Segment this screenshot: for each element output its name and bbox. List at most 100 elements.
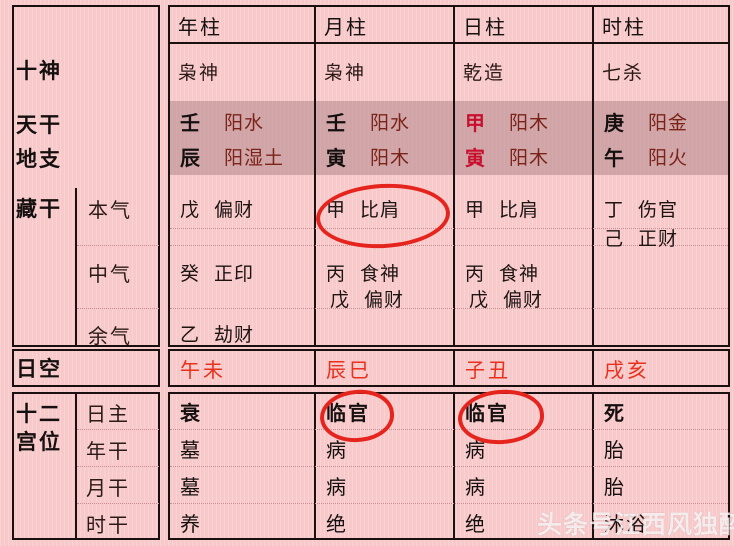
earth-branch-element-2: 阳木: [509, 146, 550, 169]
hidden-stem-char: 乙: [180, 324, 201, 346]
palace-row-label-0: 日主: [86, 401, 130, 426]
hidden-divider-mid-b: [170, 308, 728, 309]
label-hidden-stem: 藏干: [16, 197, 62, 221]
hidden-stem-ten-god: 偏财: [503, 289, 544, 311]
label-qi-middle: 中气: [88, 261, 132, 286]
ten-god-3: 七杀: [602, 61, 645, 84]
pillar-header-separator: [168, 42, 730, 44]
earth-branch-1: 寅: [326, 145, 347, 170]
day-void-0: 午未: [180, 357, 226, 382]
palace-3-0: 养: [180, 512, 202, 536]
heaven-stem-3: 庚: [604, 110, 625, 135]
hidden-stem-ten-god: 正财: [638, 228, 679, 250]
ten-god-0: 枭神: [178, 61, 221, 84]
hidden-middle-0-0: 癸 正印: [180, 259, 254, 286]
earth-branch-element-1: 阳木: [370, 146, 411, 169]
earth-branch-0: 辰: [180, 145, 201, 170]
hidden-main-0-0: 戊 偏财: [180, 195, 254, 222]
pillar-header-2: 日柱: [463, 14, 507, 39]
hidden-main-3-1: 己 正财: [604, 224, 678, 251]
day-void-3: 戌亥: [604, 357, 650, 382]
ten-god-1: 枭神: [324, 61, 367, 84]
palace-1-0: 墓: [180, 438, 202, 462]
palace-row-label-2: 月干: [86, 475, 130, 500]
palace-2-0: 墓: [180, 475, 202, 499]
label-earth-branch: 地支: [16, 147, 62, 171]
day-void-divider-3: [592, 349, 594, 387]
palace-row-divider-2: [170, 466, 728, 467]
heaven-stem-element-2: 阳木: [509, 111, 550, 134]
hidden-stem-ten-god: 劫财: [214, 324, 255, 346]
hidden-middle-1-1: 戊 偏财: [330, 285, 404, 312]
hidden-stem-ten-god: 偏财: [214, 199, 255, 221]
heaven-stem-1: 壬: [326, 110, 347, 135]
pillar-col-divider-1: [314, 5, 316, 347]
label-day-void: 日空: [16, 357, 62, 381]
hidden-main-3-0: 丁 伤官: [604, 195, 678, 222]
palace-2-3: 胎: [604, 475, 626, 499]
earth-branch-element-0: 阳湿土: [224, 146, 285, 169]
palace-1-2: 病: [465, 438, 487, 462]
palace-row-divider-3: [170, 503, 728, 504]
earth-branch-element-3: 阳火: [648, 146, 689, 169]
hidden-stem-char: 丙: [326, 263, 347, 285]
palace-row-divider-1: [170, 429, 728, 430]
pillar-header-3: 时柱: [602, 14, 646, 39]
pillar-header-1: 月柱: [324, 14, 368, 39]
label-twelve-palace-2: 宫位: [16, 430, 62, 454]
hidden-middle-1-0: 丙 食神: [326, 259, 400, 286]
hidden-stem-char: 甲: [326, 199, 347, 221]
ten-god-2: 乾造: [463, 61, 506, 84]
day-void-1: 辰巳: [326, 357, 372, 382]
palace-row-label-3: 时干: [86, 512, 130, 537]
hidden-middle-2-0: 丙 食神: [465, 259, 539, 286]
palace-1-1: 病: [326, 438, 348, 462]
palace-3-1: 绝: [326, 512, 348, 536]
label-qi-main: 本气: [88, 197, 132, 222]
palace-2-2: 病: [465, 475, 487, 499]
palace-0-3: 死: [604, 401, 626, 425]
hidden-stem-char: 丁: [604, 199, 625, 221]
pillar-header-0: 年柱: [178, 14, 222, 39]
watermark: 头条号江西风独醉: [537, 510, 734, 539]
label-qi-residual: 余气: [88, 323, 132, 348]
hidden-stem-ten-god: 比肩: [360, 199, 401, 221]
palace-label-divider-2: [77, 466, 159, 467]
label-twelve-palace-1: 十二: [16, 402, 62, 426]
day-void-2: 子丑: [465, 357, 511, 382]
hidden-stem-ten-god: 偏财: [364, 289, 405, 311]
label-ten-gods: 十神: [16, 59, 62, 83]
hidden-stem-ten-god: 食神: [360, 263, 401, 285]
hidden-middle-2-1: 戊 偏财: [469, 285, 543, 312]
palace-0-0: 衰: [180, 401, 202, 425]
hidden-stem-ten-god: 正印: [214, 263, 255, 285]
hidden-stem-ten-god: 伤官: [638, 199, 679, 221]
hidden-stem-char: 戊: [469, 289, 490, 311]
hidden-stem-char: 己: [604, 228, 625, 250]
qi-divider-1: [77, 245, 159, 246]
label-heaven-stem: 天干: [16, 113, 62, 137]
earth-branch-3: 午: [604, 145, 625, 170]
palace-label-divider-1: [77, 429, 159, 430]
earth-branch-2: 寅: [465, 145, 486, 170]
hidden-stem-char: 癸: [180, 263, 201, 285]
heaven-stem-element-1: 阳水: [370, 111, 411, 134]
heaven-stem-2: 甲: [465, 110, 486, 135]
day-void-divider-1: [314, 349, 316, 387]
hidden-main-2-0: 甲 比肩: [465, 195, 539, 222]
palace-1-3: 胎: [604, 438, 626, 462]
heaven-stem-0: 壬: [180, 110, 201, 135]
hidden-stem-char: 甲: [465, 199, 486, 221]
hidden-stem-ten-god: 食神: [499, 263, 540, 285]
hidden-residual-0-0: 乙 劫财: [180, 320, 254, 347]
hidden-stem-ten-god: 比肩: [499, 199, 540, 221]
palace-2-1: 病: [326, 475, 348, 499]
hidden-stem-char: 戊: [180, 199, 201, 221]
heaven-stem-element-0: 阳水: [224, 111, 265, 134]
day-void-divider-2: [453, 349, 455, 387]
palace-0-1: 临官: [326, 401, 370, 425]
hidden-main-1-0: 甲 比肩: [326, 195, 400, 222]
palace-row-label-1: 年干: [86, 438, 130, 463]
heaven-stem-element-3: 阳金: [648, 111, 689, 134]
hidden-stem-char: 戊: [330, 289, 351, 311]
